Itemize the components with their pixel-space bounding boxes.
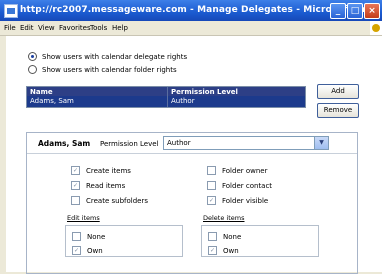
checkbox-checked-icon[interactable]: ✓ [71,181,80,190]
option-calendar-delegate[interactable]: Show users with calendar delegate rights [28,52,187,61]
checkbox-unchecked-icon[interactable] [72,232,81,241]
create-items-label: Create items [86,166,131,175]
delete-own-label: Own [223,246,239,255]
checkbox-unchecked-icon[interactable] [207,181,216,190]
delete-items-heading: Delete items [203,214,245,222]
menu-favorites[interactable]: Favorites [59,24,91,32]
permission-level-value: Author [167,139,191,147]
folder-owner-label: Folder owner [222,166,268,175]
permission-level-select[interactable]: Author ▼ [163,136,329,150]
folder-contact-checkbox[interactable]: Folder contact [207,181,272,190]
checkbox-checked-icon[interactable]: ✓ [71,166,80,175]
edit-none-option[interactable]: None [72,232,105,241]
window-title: http://rc2007.messageware.com - Manage D… [20,5,381,15]
menu-edit[interactable]: Edit [20,24,34,32]
close-button[interactable]: × [364,3,380,19]
menu-bar: File Edit View Favorites Tools Help [0,21,382,36]
edit-own-option[interactable]: ✓ Own [72,246,103,255]
panel-header: Adams, Sam Permission Level Author ▼ [27,133,357,154]
menu-tools[interactable]: Tools [90,24,107,32]
menu-help[interactable]: Help [112,24,128,32]
checkbox-checked-icon[interactable]: ✓ [72,246,81,255]
edit-none-label: None [87,232,106,241]
create-subfolders-label: Create subfolders [86,196,148,205]
table-row[interactable]: Adams, Sam Author [27,96,305,107]
edit-items-box: None ✓ Own [65,225,183,257]
windows-logo-icon [370,21,382,35]
radio-calendar-delegate[interactable] [28,52,37,61]
delegates-table: Name Permission Level Adams, Sam Author [26,86,306,108]
delete-items-box: None ✓ Own [201,225,319,257]
read-items-checkbox[interactable]: ✓ Read items [71,181,125,190]
folder-visible-checkbox[interactable]: ✓ Folder visible [207,196,268,205]
folder-visible-label: Folder visible [222,196,269,205]
column-name[interactable]: Name [30,88,53,96]
permission-panel: Adams, Sam Permission Level Author ▼ ✓ C… [26,132,358,274]
table-header: Name Permission Level [27,87,305,96]
folder-contact-label: Folder contact [222,181,273,190]
option-calendar-folder-label: Show users with calendar folder rights [42,65,177,74]
remove-button[interactable]: Remove [317,103,359,118]
checkbox-unchecked-icon[interactable] [71,196,80,205]
radio-calendar-folder[interactable] [28,65,37,74]
row-name: Adams, Sam [30,97,74,105]
permission-level-label: Permission Level [100,140,159,148]
create-subfolders-checkbox[interactable]: Create subfolders [71,196,148,205]
edit-own-label: Own [87,246,103,255]
menu-view[interactable]: View [38,24,55,32]
checkbox-checked-icon[interactable]: ✓ [207,196,216,205]
menu-file[interactable]: File [4,24,16,32]
option-calendar-folder[interactable]: Show users with calendar folder rights [28,65,177,74]
checkbox-unchecked-icon[interactable] [207,166,216,175]
delete-none-label: None [223,232,242,241]
row-permission: Author [171,97,195,105]
edit-items-heading: Edit items [67,214,100,222]
column-permission-level[interactable]: Permission Level [171,88,238,96]
checkbox-checked-icon[interactable]: ✓ [208,246,217,255]
title-bar: http://rc2007.messageware.com - Manage D… [0,0,382,21]
maximize-button[interactable]: □ [347,3,363,19]
read-items-label: Read items [86,181,126,190]
ie-page-icon [4,4,18,18]
delegate-name: Adams, Sam [38,139,91,148]
create-items-checkbox[interactable]: ✓ Create items [71,166,131,175]
folder-owner-checkbox[interactable]: Folder owner [207,166,268,175]
delete-own-option[interactable]: ✓ Own [208,246,239,255]
add-button[interactable]: Add [317,84,359,99]
option-calendar-delegate-label: Show users with calendar delegate rights [42,52,188,61]
minimize-button[interactable]: _ [330,3,346,19]
column-divider [167,87,168,107]
delete-none-option[interactable]: None [208,232,241,241]
chevron-down-icon[interactable]: ▼ [314,137,328,149]
checkbox-unchecked-icon[interactable] [208,232,217,241]
